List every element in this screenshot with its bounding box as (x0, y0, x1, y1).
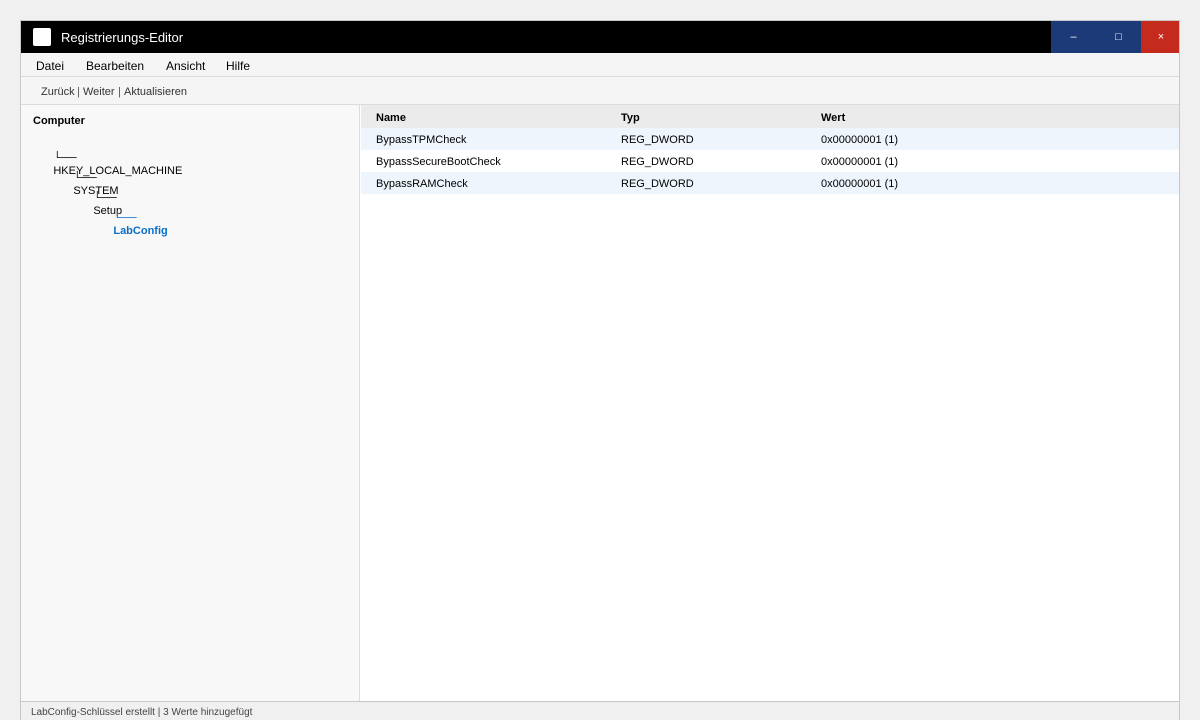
tree-branch-line: └── (113, 212, 137, 224)
nav-separator: | (77, 86, 80, 98)
close-button[interactable]: × (1141, 21, 1179, 53)
value-data: 0x00000001 (1) (821, 178, 899, 190)
nav-separator: | (118, 86, 121, 98)
values-list-pane: Name Typ Wert BypassTPMCheck REG_DWORD 0… (361, 105, 1179, 701)
column-header-type[interactable]: Typ (621, 112, 640, 125)
value-name: BypassSecureBootCheck (376, 156, 501, 168)
value-type: REG_DWORD (621, 156, 694, 168)
value-type: REG_DWORD (621, 178, 694, 190)
value-name: BypassTPMCheck (376, 134, 467, 146)
menu-bar: Datei Bearbeiten Ansicht Hilfe (21, 53, 1179, 77)
tree-root-computer[interactable]: Computer (33, 115, 85, 128)
value-data: 0x00000001 (1) (821, 134, 899, 146)
minimize-button[interactable]: – (1051, 21, 1096, 53)
tree-node-label: LabConfig (113, 225, 168, 237)
column-header-value[interactable]: Wert (821, 112, 845, 125)
value-data: 0x00000001 (1) (821, 156, 899, 168)
status-bar: LabConfig-Schlüssel erstellt | 3 Werte h… (21, 701, 1179, 720)
value-type: REG_DWORD (621, 134, 694, 146)
maximize-button[interactable]: □ (1096, 21, 1141, 53)
maximize-icon: □ (1115, 31, 1122, 43)
navigation-bar: Zurück | Weiter | Aktualisieren (21, 77, 1179, 105)
column-header-name[interactable]: Name (376, 112, 406, 125)
menu-bearbeiten[interactable]: Bearbeiten (86, 59, 144, 73)
back-link[interactable]: Zurück (41, 86, 75, 99)
value-row[interactable]: BypassRAMCheck REG_DWORD 0x00000001 (1) (361, 172, 1179, 194)
tree-node-labconfig[interactable]: └── LabConfig (95, 199, 168, 251)
title-bar[interactable]: Registrierungs-Editor – □ × (21, 21, 1179, 53)
menu-ansicht[interactable]: Ansicht (166, 59, 205, 73)
minimize-icon: – (1070, 31, 1077, 43)
menu-datei[interactable]: Datei (36, 59, 64, 73)
refresh-link[interactable]: Aktualisieren (124, 86, 187, 99)
close-icon: × (1157, 31, 1165, 43)
value-row[interactable]: BypassTPMCheck REG_DWORD 0x00000001 (1) (361, 128, 1179, 150)
app-icon (33, 28, 51, 46)
registry-editor-window: Registrierungs-Editor – □ × Datei Bearbe… (20, 20, 1180, 720)
value-name: BypassRAMCheck (376, 178, 468, 190)
key-tree-pane: Computer └── HKEY_LOCAL_MACHINE └── SYST… (21, 105, 360, 701)
list-header: Name Typ Wert (361, 105, 1179, 128)
menu-hilfe[interactable]: Hilfe (226, 59, 250, 73)
forward-link[interactable]: Weiter (83, 86, 115, 99)
status-text: LabConfig-Schlüssel erstellt | 3 Werte h… (31, 707, 253, 718)
window-title: Registrierungs-Editor (61, 30, 184, 45)
value-row[interactable]: BypassSecureBootCheck REG_DWORD 0x000000… (361, 150, 1179, 172)
